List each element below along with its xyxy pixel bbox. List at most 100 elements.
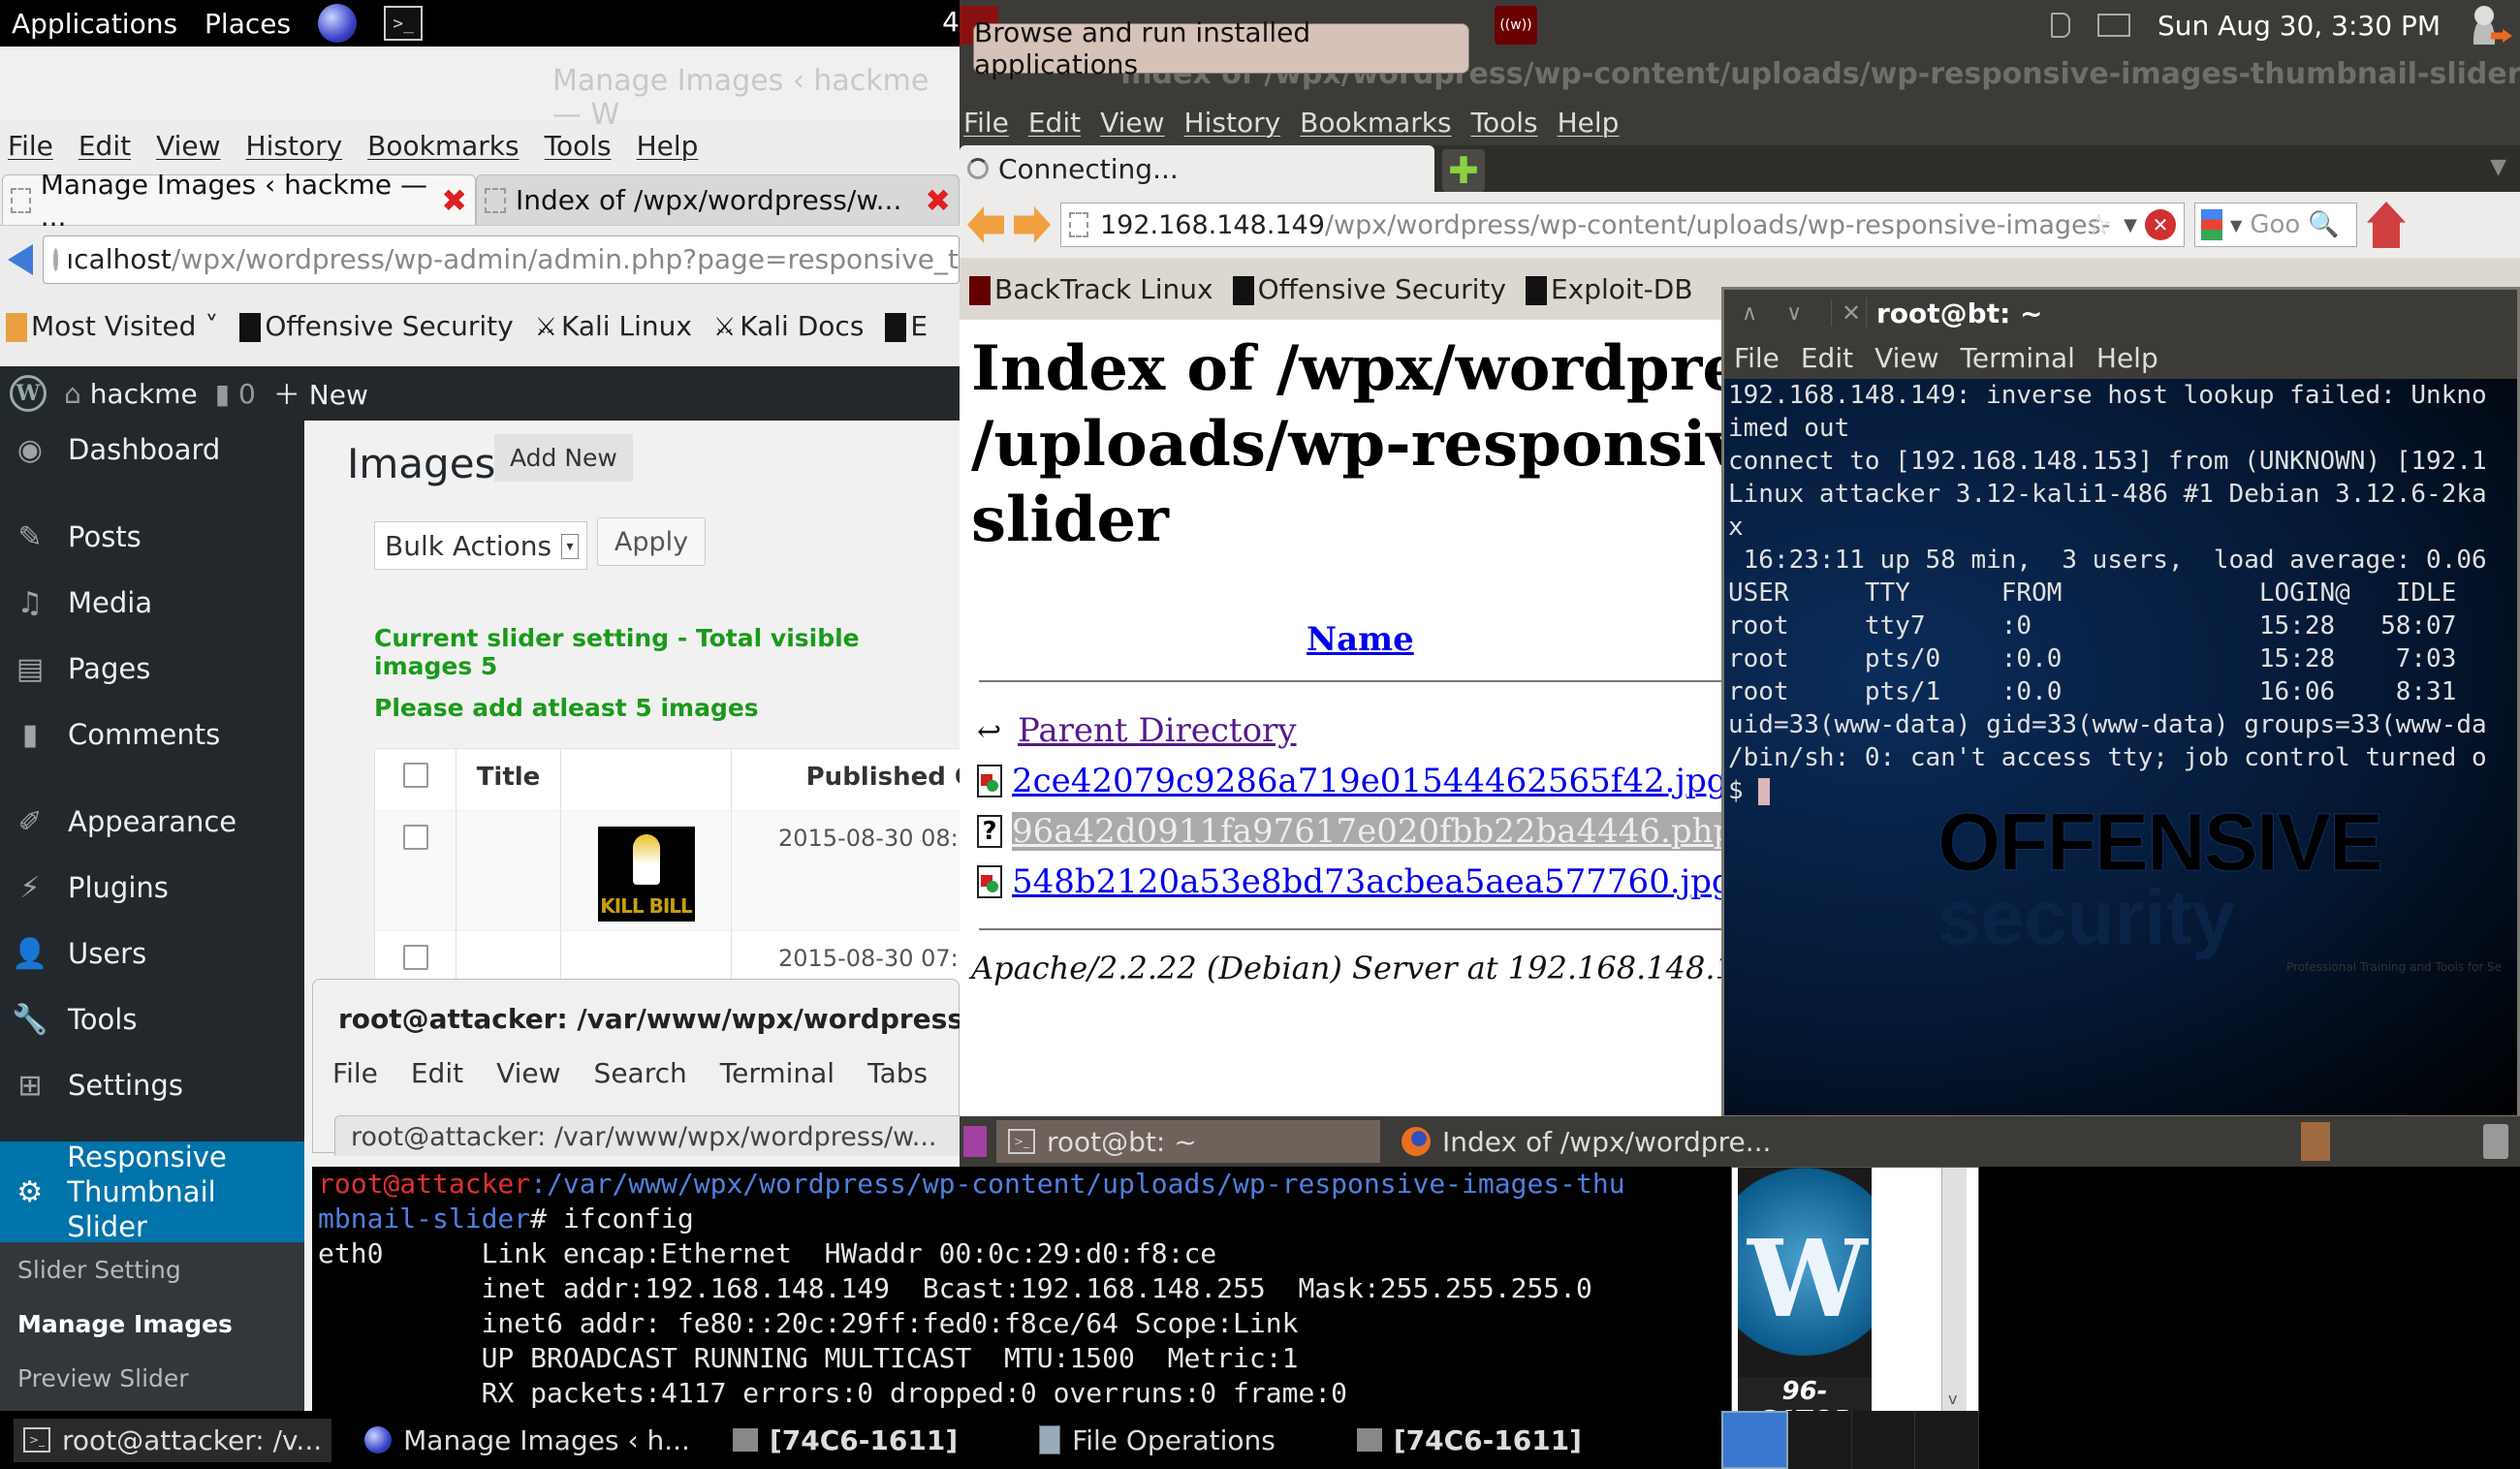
maximize-icon[interactable]: ∧ xyxy=(1742,301,1757,326)
menu-search[interactable]: Search xyxy=(594,1057,687,1089)
engine-dropdown-icon[interactable]: ▼ xyxy=(2230,216,2242,234)
window-titlebar[interactable]: Manage Images ‹ hackme — W xyxy=(0,47,960,132)
menu-help[interactable]: Help xyxy=(2096,342,2158,374)
bookmark-offensive-security[interactable]: Offensive Security xyxy=(239,310,514,342)
workspace-1[interactable] xyxy=(1721,1411,1788,1469)
name-column-link[interactable]: Name xyxy=(1307,620,1414,659)
menu-edit[interactable]: Edit xyxy=(1028,107,1081,139)
taskbar-item-attacker-terminal[interactable]: >_ root@attacker: /v... xyxy=(14,1418,332,1462)
sidebar-item-media[interactable]: ♫ Media xyxy=(0,578,304,628)
forward-arrow-icon[interactable] xyxy=(1014,206,1051,243)
user-logout-icon[interactable] xyxy=(2468,6,2501,45)
volume-icon[interactable] xyxy=(2051,13,2070,38)
submenu-manage-images[interactable]: Manage Images xyxy=(17,1297,304,1351)
row-checkbox[interactable] xyxy=(402,825,428,850)
trash-icon[interactable] xyxy=(2483,1124,2508,1159)
menu-bookmarks[interactable]: Bookmarks xyxy=(1300,107,1451,139)
submenu-slider-setting[interactable]: Slider Setting xyxy=(17,1242,304,1297)
bookmark-exploit-db[interactable]: Exploit-DB xyxy=(1525,273,1693,305)
taskbar-item-firefox[interactable]: Index of /wpx/wordpre... xyxy=(1390,1120,1778,1163)
taskbar-item-manage-images[interactable]: Manage Images ‹ h... xyxy=(355,1419,700,1462)
menu-bookmarks[interactable]: Bookmarks xyxy=(367,130,519,162)
tab-index-of[interactable]: Index of /wpx/wordpress/w... ✖ xyxy=(476,174,960,225)
bookmark-star-icon[interactable]: ☆ xyxy=(2086,208,2112,242)
site-link[interactable]: ⌂ hackme xyxy=(64,378,198,410)
sidebar-item-plugins[interactable]: ⚡ Plugins xyxy=(0,862,304,913)
menu-help[interactable]: Help xyxy=(637,130,699,162)
menu-tabs[interactable]: Tabs xyxy=(867,1057,928,1089)
menu-terminal[interactable]: Terminal xyxy=(1961,342,2075,374)
select-all-checkbox[interactable] xyxy=(402,763,428,788)
tab-manage-images[interactable]: Manage Images ‹ hackme — ... ✖ xyxy=(2,169,477,233)
bookmark-kali-linux[interactable]: ⚔ Kali Linux xyxy=(535,310,692,342)
bookmark-most-visited[interactable]: Most Visited ˅ xyxy=(6,310,218,342)
back-arrow-icon[interactable] xyxy=(8,243,33,275)
minimize-icon[interactable]: ∨ xyxy=(1786,301,1802,326)
column-published[interactable]: Published C xyxy=(732,749,960,810)
terminal-tab[interactable]: root@attacker: /var/www/wpx/wordpress/w.… xyxy=(334,1115,974,1156)
workspace-switcher-icon[interactable] xyxy=(963,1126,987,1157)
tab-list-chevron-icon[interactable]: ▼ xyxy=(2490,155,2506,179)
back-arrow-icon[interactable] xyxy=(967,206,1004,243)
workspace-4[interactable] xyxy=(1915,1411,1979,1469)
menu-file[interactable]: File xyxy=(963,107,1009,139)
column-title[interactable]: Title xyxy=(457,749,561,810)
terminal-titlebar[interactable]: ∧ ∨ ✕ root@bt: ~ xyxy=(1724,290,2517,336)
wordpress-logo-icon[interactable]: W xyxy=(10,375,47,412)
tray-firefox-icon[interactable] xyxy=(2301,1122,2330,1161)
new-tab-button[interactable]: ✚ xyxy=(1442,149,1485,192)
close-tab-icon[interactable]: ✖ xyxy=(441,182,467,219)
taskbar-item-drive-2[interactable]: [74C6-1611] xyxy=(1347,1419,1591,1462)
taskbar-item-drive-1[interactable]: [74C6-1611] xyxy=(723,1419,967,1462)
terminal-launcher-icon[interactable]: >_ xyxy=(384,6,424,41)
menu-file[interactable]: File xyxy=(8,130,53,162)
taskbar-item-bt-terminal[interactable]: >_ root@bt: ~ xyxy=(996,1120,1380,1163)
menu-view[interactable]: View xyxy=(496,1057,560,1089)
comments-link[interactable]: ▮ 0 xyxy=(215,378,256,410)
home-icon[interactable] xyxy=(2367,202,2406,248)
url-bar[interactable]: ıcalhost/wpx/wordpress/wp-admin/admin.ph… xyxy=(43,234,960,284)
menu-file[interactable]: File xyxy=(1734,342,1780,374)
site-identity-icon[interactable] xyxy=(53,247,59,271)
sidebar-item-comments[interactable]: ▮ Comments xyxy=(0,709,304,760)
bookmark-offensive-security[interactable]: Offensive Security xyxy=(1232,273,1506,305)
url-dropdown-icon[interactable]: ▼ xyxy=(2124,215,2137,235)
terminal-title[interactable]: root@attacker: /var/www/wpx/wordpress/w xyxy=(338,1003,998,1035)
sidebar-item-posts[interactable]: ✎ Posts xyxy=(0,512,304,562)
parent-directory-link[interactable]: Parent Directory xyxy=(1018,711,1297,750)
workspace-3[interactable] xyxy=(1852,1411,1916,1469)
menu-help[interactable]: Help xyxy=(1558,107,1620,139)
menu-tools[interactable]: Tools xyxy=(545,130,612,162)
sidebar-item-pages[interactable]: ▤ Pages xyxy=(0,643,304,694)
menu-terminal[interactable]: Terminal xyxy=(720,1057,835,1089)
workspace-2[interactable] xyxy=(1788,1411,1852,1469)
menu-tools[interactable]: Tools xyxy=(1471,107,1538,139)
stop-icon[interactable]: ✕ xyxy=(2145,209,2176,240)
menu-file[interactable]: File xyxy=(332,1057,378,1089)
url-bar[interactable]: 192.168.148.149/wpx/wordpress/wp-content… xyxy=(1060,203,2185,247)
wifi-tool-icon[interactable]: ((w)) xyxy=(1495,6,1537,45)
places-menu[interactable]: Places xyxy=(205,8,291,40)
menu-view[interactable]: View xyxy=(1874,342,1938,374)
menu-edit[interactable]: Edit xyxy=(1801,342,1853,374)
iceweasel-launcher-icon[interactable] xyxy=(318,4,358,43)
mail-icon[interactable] xyxy=(2097,14,2130,37)
menu-history[interactable]: History xyxy=(1184,107,1281,139)
attacker-terminal-output[interactable]: root@attacker:/var/www/wpx/wordpress/wp-… xyxy=(312,1167,1727,1421)
bookmark-kali-docs[interactable]: ⚔ Kali Docs xyxy=(713,310,864,342)
row-checkbox[interactable] xyxy=(402,945,428,970)
menu-view[interactable]: View xyxy=(1100,107,1164,139)
panel-datetime[interactable]: Sun Aug 30, 3:30 PM xyxy=(2158,10,2441,42)
thumbnail-image[interactable]: KILL BILL xyxy=(597,827,695,922)
menu-history[interactable]: History xyxy=(246,130,343,162)
sidebar-item-tools[interactable]: 🔧 Tools xyxy=(0,994,304,1045)
submenu-preview-slider[interactable]: Preview Slider xyxy=(17,1351,304,1405)
tab-connecting[interactable]: Connecting... xyxy=(960,145,1434,192)
bookmark-backtrack-linux[interactable]: BackTrack Linux xyxy=(969,273,1213,305)
sidebar-item-settings[interactable]: ⊞ Settings xyxy=(0,1060,304,1110)
bulk-actions-select[interactable]: Bulk Actions ▾ xyxy=(374,521,587,570)
apply-button[interactable]: Apply xyxy=(597,517,706,566)
sidebar-item-appearance[interactable]: ✐ Appearance xyxy=(0,797,304,847)
terminal-screen[interactable]: OFFENSIVE security Professional Training… xyxy=(1724,379,2517,1115)
scrollbar[interactable] xyxy=(1941,1168,1967,1412)
